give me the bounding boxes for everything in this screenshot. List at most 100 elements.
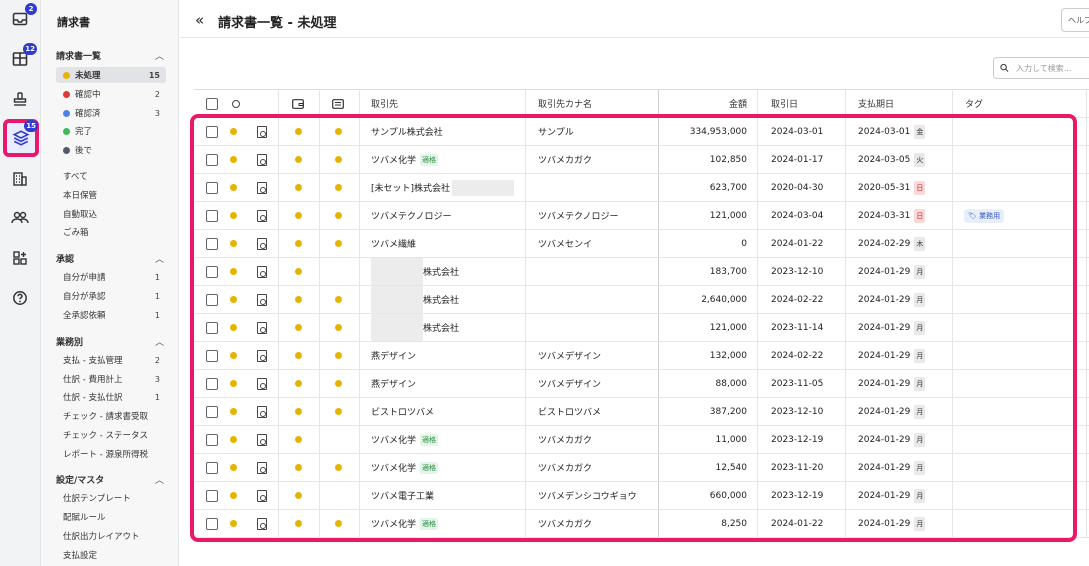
row-checkbox[interactable] <box>206 349 218 362</box>
row-checkbox[interactable] <box>206 517 218 530</box>
partner-cell[interactable]: 燕デザイン <box>371 342 521 369</box>
column-header-partner-kana[interactable]: 取引先カナ名 <box>538 90 658 117</box>
nav-item-checked[interactable]: 確認済 3 <box>56 105 166 121</box>
partner-cell[interactable]: ツバメ電子工業 <box>371 482 521 509</box>
wallet-icon[interactable] <box>292 98 304 109</box>
row-checkbox[interactable] <box>206 181 218 194</box>
document-icon[interactable] <box>257 517 267 530</box>
table-row[interactable]: ツバメ化学 適格 ツバメカガク 12,540 2023-11-20 2024-01-29 月 <box>194 454 1089 482</box>
partner-cell[interactable]: ツバメ化学 適格 <box>371 510 521 537</box>
nav-section-settings[interactable]: 設定/マスタ ︿ <box>56 473 164 486</box>
search-input[interactable] <box>1016 63 1089 73</box>
column-header-tag[interactable]: タグ <box>965 90 1045 117</box>
table-row[interactable]: 株式会社 121,000 2023-11-14 2024-01-29 月 <box>194 314 1089 342</box>
select-all-checkbox[interactable] <box>206 97 218 110</box>
nav-item-auto-import[interactable]: 自動取込 <box>56 206 166 222</box>
document-icon[interactable] <box>257 125 267 138</box>
row-checkbox[interactable] <box>206 237 218 250</box>
table-row[interactable]: 燕デザイン ツバメデザイン 88,000 2023-11-05 2024-01-29 月 <box>194 370 1089 398</box>
stamp-icon[interactable] <box>5 84 35 114</box>
row-checkbox[interactable] <box>206 461 218 474</box>
document-icon[interactable] <box>257 377 267 390</box>
chevron-up-icon[interactable]: ︿ <box>155 252 164 265</box>
receipt-icon[interactable] <box>332 98 344 109</box>
row-checkbox[interactable] <box>206 321 218 334</box>
partner-cell[interactable]: 株式会社 <box>371 286 521 313</box>
table-row[interactable]: ツバメテクノロジー ツバメテクノロジー 121,000 2024-03-04 2024-… <box>194 202 1089 230</box>
column-header-due-date[interactable]: 支払期日 <box>858 90 938 117</box>
nav-item-later[interactable]: 後で <box>56 142 166 158</box>
row-checkbox[interactable] <box>206 433 218 446</box>
row-checkbox[interactable] <box>206 125 218 138</box>
partner-cell[interactable]: 株式会社 <box>371 258 521 285</box>
nav-item-journal-template[interactable]: 仕訳テンプレート <box>56 490 166 506</box>
building-icon[interactable] <box>5 164 35 194</box>
partner-cell[interactable]: ツバメテクノロジー <box>371 202 521 229</box>
document-icon[interactable] <box>257 293 267 306</box>
nav-section-business[interactable]: 業務別 ︿ <box>56 335 164 348</box>
journal-icon[interactable]: 12 <box>5 43 37 74</box>
partner-cell[interactable]: [未セット]株式会社 <box>371 174 521 201</box>
table-row[interactable]: ツバメ電子工業 ツバメデンシコウギョウ 660,000 2023-12-19 2024-… <box>194 482 1089 510</box>
invoice-stack-icon[interactable]: 15 <box>3 119 39 157</box>
chevron-up-icon[interactable]: ︿ <box>155 335 164 348</box>
document-icon[interactable] <box>257 181 267 194</box>
tag-chip[interactable]: 🏷 業務用 <box>964 208 1005 223</box>
table-row[interactable]: ビストロツバメ ビストロツバメ 387,200 2023-12-10 2024-01-2… <box>194 398 1089 426</box>
row-checkbox[interactable] <box>206 265 218 278</box>
document-icon[interactable] <box>257 405 267 418</box>
table-row[interactable]: 株式会社 183,700 2023-12-10 2024-01-29 月 <box>194 258 1089 286</box>
table-row[interactable]: 株式会社 2,640,000 2024-02-22 2024-01-29 月 <box>194 286 1089 314</box>
nav-item-done[interactable]: 完了 <box>56 123 166 139</box>
partner-cell[interactable]: ツバメ化学 適格 <box>371 454 521 481</box>
document-icon[interactable] <box>257 321 267 334</box>
nav-item-payment-mgmt[interactable]: 支払 - 支払管理 2 <box>56 352 166 368</box>
column-header-txn-date[interactable]: 取引日 <box>771 90 851 117</box>
table-row[interactable]: ツバメ化学 適格 ツバメカガク 11,000 2023-12-19 2024-01-29 月 <box>194 426 1089 454</box>
partner-cell[interactable]: 株式会社 <box>371 314 521 341</box>
nav-item-payment-journal[interactable]: 仕訳 - 支払仕訳 1 <box>56 389 166 405</box>
document-icon[interactable] <box>257 209 267 222</box>
chevron-up-icon[interactable]: ︿ <box>155 473 164 486</box>
partner-cell[interactable]: 燕デザイン <box>371 370 521 397</box>
row-checkbox[interactable] <box>206 377 218 390</box>
help-button[interactable]: ヘルプ <box>1061 8 1089 32</box>
row-checkbox[interactable] <box>206 153 218 166</box>
nav-section-approval[interactable]: 承認 ︿ <box>56 252 164 265</box>
nav-item-check-status[interactable]: チェック - ステータス <box>56 427 166 443</box>
nav-item-payment-settings[interactable]: 支払設定 <box>56 547 166 563</box>
help-circle-icon[interactable] <box>5 283 35 313</box>
partner-cell[interactable]: サンプル株式会社 <box>371 118 521 145</box>
nav-item-trash[interactable]: ごみ箱 <box>56 224 166 240</box>
chevron-up-icon[interactable]: ︿ <box>155 49 164 62</box>
apps-icon[interactable] <box>5 243 35 273</box>
nav-item-allocation-rule[interactable]: 配賦ルール <box>56 509 166 525</box>
partner-cell[interactable]: ビストロツバメ <box>371 398 521 425</box>
table-row[interactable]: ツバメ化学 適格 ツバメカガク 8,250 2024-01-22 2024-01-29 月 <box>194 510 1089 538</box>
collapse-back-icon[interactable]: « <box>195 11 204 29</box>
nav-item-expense-journal[interactable]: 仕訳 - 費用計上 3 <box>56 371 166 387</box>
circle-icon[interactable] <box>232 99 240 108</box>
nav-item-check-receipt[interactable]: チェック - 請求書受取 <box>56 408 166 424</box>
row-checkbox[interactable] <box>206 489 218 502</box>
nav-item-my-approval[interactable]: 自分が承認 1 <box>56 288 166 304</box>
table-row[interactable]: ツバメ繊維 ツバメセンイ 0 2024-01-22 2024-02-29 木 <box>194 230 1089 258</box>
nav-item-report-withholding[interactable]: レポート - 源泉所得税 <box>56 446 166 462</box>
row-checkbox[interactable] <box>206 209 218 222</box>
document-icon[interactable] <box>257 265 267 278</box>
inbox-icon[interactable]: 2 <box>5 3 37 34</box>
nav-item-all[interactable]: すべて <box>56 168 166 184</box>
nav-item-today[interactable]: 本日保管 <box>56 187 166 203</box>
document-icon[interactable] <box>257 489 267 502</box>
partner-cell[interactable]: ツバメ化学 適格 <box>371 146 521 173</box>
table-row[interactable]: 燕デザイン ツバメデザイン 132,000 2024-02-22 2024-01-29 月 <box>194 342 1089 370</box>
nav-section-invoices[interactable]: 請求書一覧 ︿ <box>56 49 164 62</box>
document-icon[interactable] <box>257 237 267 250</box>
partner-cell[interactable]: ツバメ化学 適格 <box>371 426 521 453</box>
document-icon[interactable] <box>257 433 267 446</box>
document-icon[interactable] <box>257 349 267 362</box>
column-header-partner[interactable]: 取引先 <box>371 90 521 117</box>
table-row[interactable]: [未セット]株式会社 623,700 2020-04-30 2020-05-31 日 <box>194 174 1089 202</box>
nav-item-journal-layout[interactable]: 仕訳出力レイアウト <box>56 528 166 544</box>
document-icon[interactable] <box>257 153 267 166</box>
